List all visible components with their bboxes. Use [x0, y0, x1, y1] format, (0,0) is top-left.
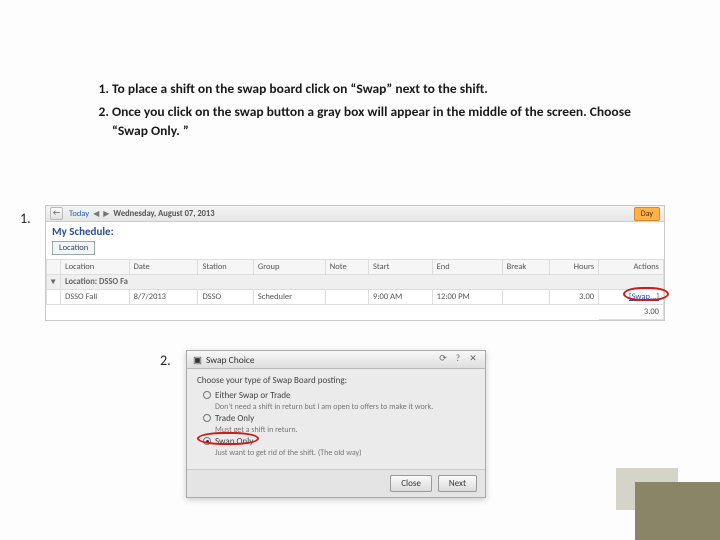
swap-choice-dialog: ▣ Swap Choice ⟳ ? ✕ Choose your type of …: [186, 350, 486, 498]
cell-end: 12:00 PM: [432, 290, 502, 305]
next-day-icon[interactable]: ▶: [103, 209, 109, 219]
cell-station: DSSO: [198, 290, 253, 305]
col-date: Date: [129, 260, 198, 275]
schedule-panel: ← Today ◀ ▶ Wednesday, August 07, 2013 D…: [45, 205, 665, 321]
schedule-table: Location Date Station Group Note Start E…: [46, 259, 664, 320]
col-break: Break: [502, 260, 550, 275]
instruction-1: To place a shift on the swap board click…: [112, 80, 650, 99]
option-swap-or-trade[interactable]: Either Swap or Trade Don't need a shift …: [203, 390, 475, 412]
close-button[interactable]: Close: [390, 475, 432, 492]
help-icon[interactable]: ?: [452, 354, 464, 366]
col-hours: Hours: [550, 260, 599, 275]
slide-corner-decoration: [610, 462, 720, 540]
radio-icon[interactable]: [203, 437, 211, 445]
next-button[interactable]: Next: [438, 475, 477, 492]
cell-group: Scheduler: [253, 290, 325, 305]
dialog-body: Choose your type of Swap Board posting: …: [187, 369, 485, 469]
cell-location: DSSO Fall: [61, 290, 130, 305]
col-station: Station: [198, 260, 253, 275]
col-start: Start: [368, 260, 432, 275]
expand-icon[interactable]: ▾: [47, 275, 61, 290]
schedule-toolbar: ← Today ◀ ▶ Wednesday, August 07, 2013 D…: [46, 206, 664, 222]
option-label: Trade Only: [215, 413, 254, 424]
back-icon[interactable]: ←: [50, 207, 63, 220]
figure-label-1: 1.: [20, 210, 31, 227]
location-group-label: Location: DSSO Fa: [61, 275, 664, 290]
cell-hours: 3.00: [550, 290, 599, 305]
option-label: Swap Only: [215, 436, 253, 447]
instruction-list: To place a shift on the swap board click…: [90, 80, 650, 145]
close-icon[interactable]: ✕: [467, 354, 479, 366]
option-trade-only[interactable]: Trade Only Must get a shift in return.: [203, 413, 475, 435]
dialog-titlebar: ▣ Swap Choice ⟳ ? ✕: [187, 351, 485, 369]
cell-date: 8/7/2013: [129, 290, 198, 305]
location-group-row[interactable]: ▾ Location: DSSO Fa: [47, 275, 664, 290]
radio-icon[interactable]: [203, 414, 211, 422]
figure-label-2: 2.: [160, 352, 171, 369]
option-sub: Don't need a shift in return but I am op…: [215, 402, 433, 412]
schedule-date: Wednesday, August 07, 2013: [113, 209, 214, 219]
dialog-prompt: Choose your type of Swap Board posting:: [197, 375, 475, 386]
swap-link[interactable]: [Swap...]: [629, 292, 659, 302]
dialog-title: Swap Choice: [206, 354, 255, 366]
option-sub: Must get a shift in return.: [215, 425, 298, 435]
total-row: 3.00: [47, 305, 664, 320]
schedule-title: My Schedule:: [46, 222, 664, 241]
instruction-2: Once you click on the swap button a gray…: [112, 103, 650, 141]
option-swap-only[interactable]: Swap Only Just want to get rid of the sh…: [203, 436, 475, 458]
header-row: Location Date Station Group Note Start E…: [47, 260, 664, 275]
refresh-icon[interactable]: ⟳: [437, 354, 449, 366]
today-link[interactable]: Today: [69, 209, 89, 219]
radio-icon[interactable]: [203, 391, 211, 399]
prev-day-icon[interactable]: ◀: [93, 209, 99, 219]
day-view-button[interactable]: Day: [634, 207, 660, 221]
col-end: End: [432, 260, 502, 275]
cell-note: [325, 290, 368, 305]
shift-row: DSSO Fall 8/7/2013 DSSO Scheduler 9:00 A…: [47, 290, 664, 305]
total-hours: 3.00: [599, 305, 664, 320]
dialog-title-icon: ▣: [193, 354, 202, 366]
col-actions: Actions: [599, 260, 664, 275]
location-filter-button[interactable]: Location: [52, 241, 95, 255]
col-group: Group: [253, 260, 325, 275]
option-label: Either Swap or Trade: [215, 390, 291, 401]
option-sub: Just want to get rid of the shift. (The …: [215, 448, 362, 458]
col-location: Location: [61, 260, 130, 275]
dialog-footer: Close Next: [187, 469, 485, 497]
col-note: Note: [325, 260, 368, 275]
cell-start: 9:00 AM: [368, 290, 432, 305]
cell-break: [502, 290, 550, 305]
